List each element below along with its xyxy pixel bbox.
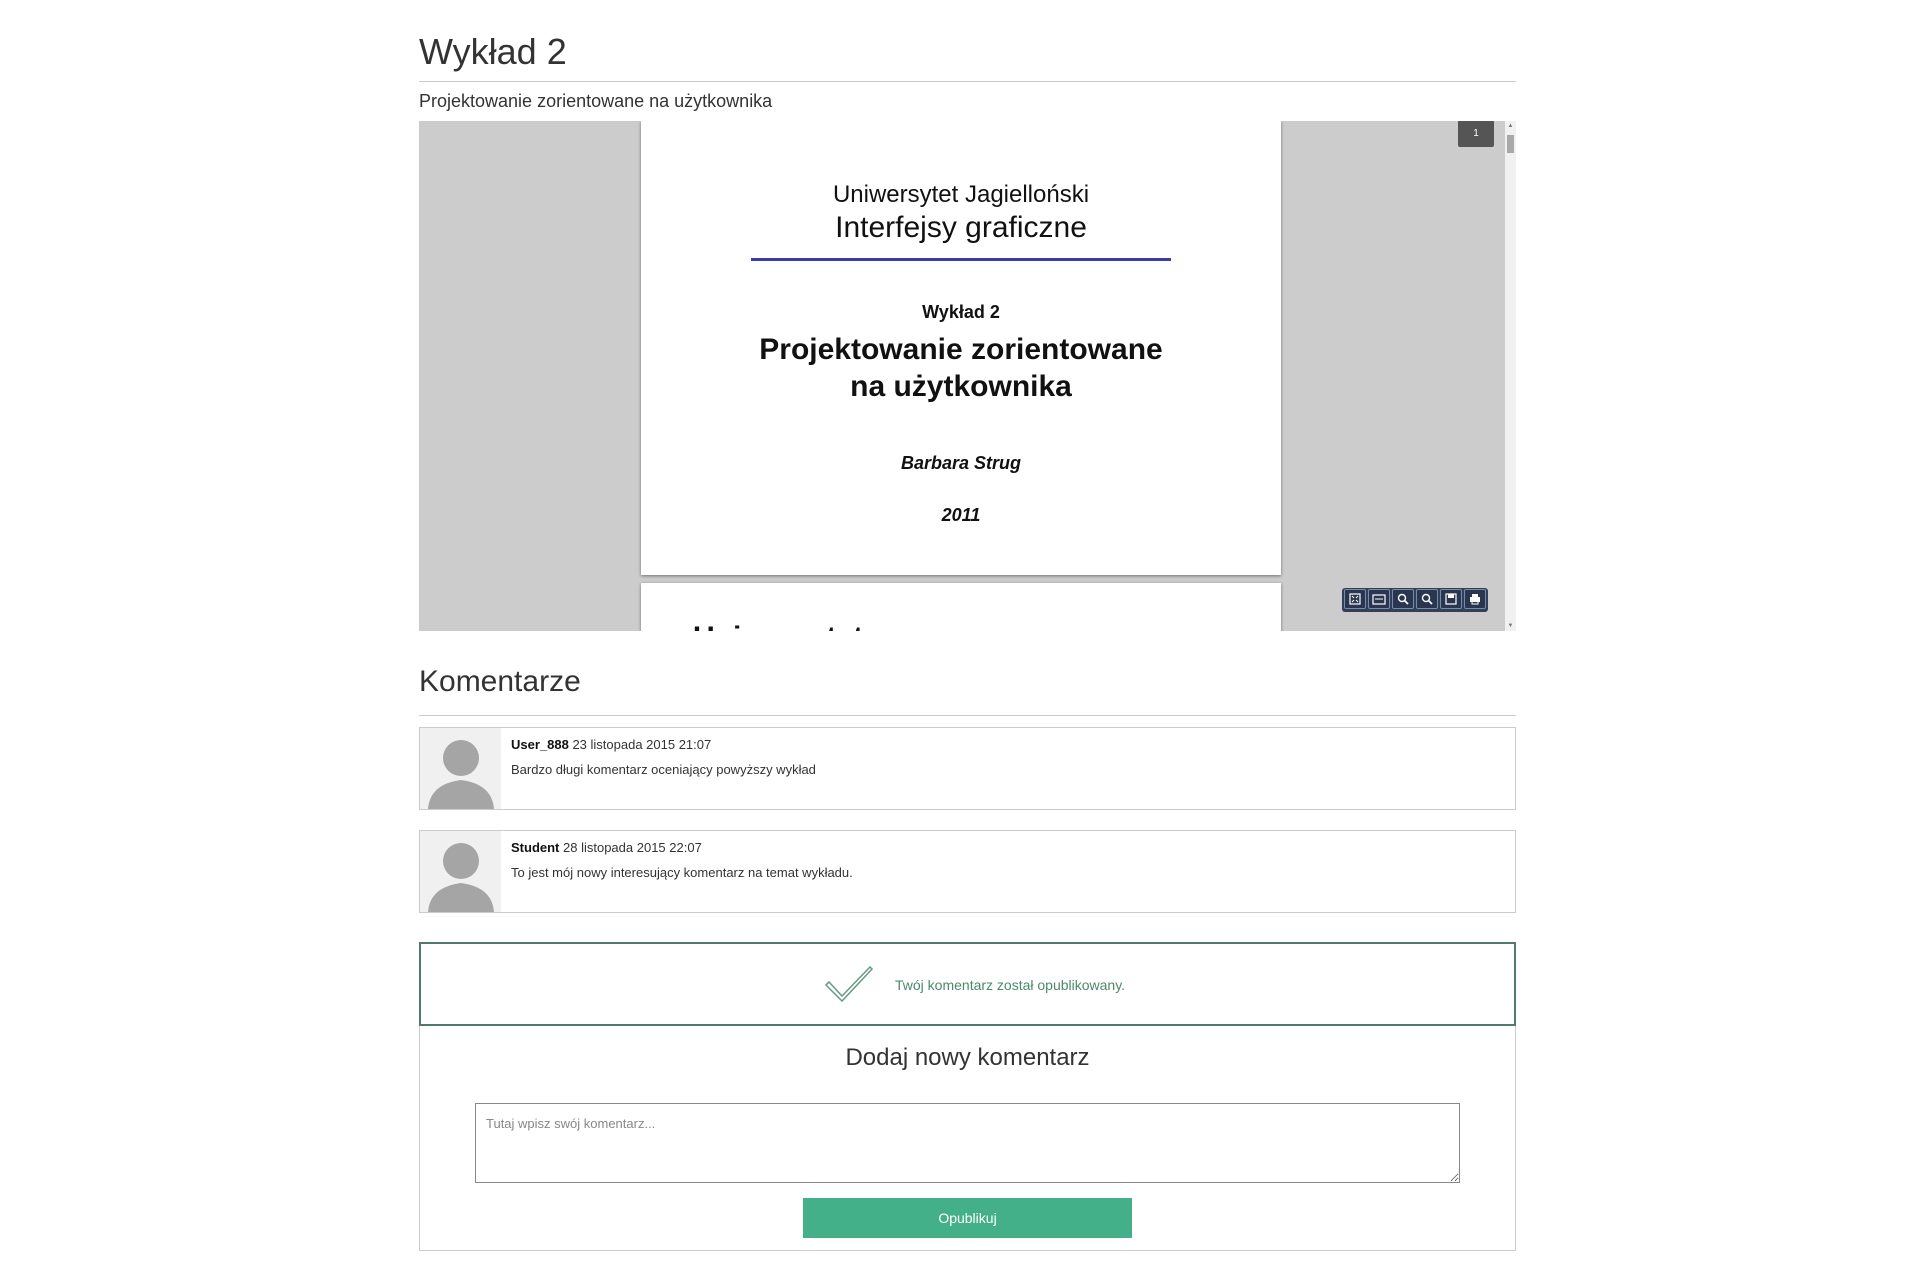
- slide-author: Barbara Strug: [900, 453, 1022, 473]
- scroll-down-icon[interactable]: ▼: [1505, 621, 1516, 631]
- comment-textarea[interactable]: [475, 1103, 1460, 1183]
- comment-meta: User_888 23 listopada 2015 21:07: [511, 737, 711, 752]
- title-divider: [419, 81, 1516, 82]
- slide2-partial-text: Uniwersytet: [693, 621, 863, 631]
- fit-page-icon[interactable]: [1344, 589, 1366, 609]
- success-message: Twój komentarz został opublikowany.: [895, 977, 1126, 993]
- user-silhouette-icon: [420, 831, 501, 912]
- page-title: Wykład 2: [419, 31, 567, 72]
- comment-item: User_888 23 listopada 2015 21:07 Bardzo …: [419, 727, 1516, 810]
- scroll-up-icon[interactable]: ▲: [1505, 121, 1516, 131]
- comment-meta: Student 28 listopada 2015 22:07: [511, 840, 702, 855]
- lecture-page: Wykład 2 Projektowanie zorientowane na u…: [419, 0, 1516, 1251]
- slide-university: Uniwersytet Jagielloński: [832, 181, 1090, 208]
- comments-divider: [419, 715, 1516, 716]
- zoom-out-icon[interactable]: [1416, 589, 1438, 609]
- pdf-page-2: Uniwersytet: [641, 583, 1281, 631]
- print-icon[interactable]: [1464, 589, 1486, 609]
- comments-heading: Komentarze: [419, 665, 581, 698]
- viewer-scrollbar[interactable]: ▲ ▼: [1505, 121, 1516, 631]
- slide-title: Projektowanie zorientowane na użytkownik…: [641, 331, 1281, 405]
- publish-button[interactable]: Opublikuj: [803, 1198, 1132, 1238]
- user-silhouette-icon: [420, 728, 501, 809]
- pdf-viewer[interactable]: Uniwersytet Jagielloński Interfejsy graf…: [419, 121, 1516, 631]
- comment-item: Student 28 listopada 2015 22:07 To jest …: [419, 830, 1516, 913]
- scroll-thumb[interactable]: [1507, 135, 1514, 153]
- success-alert: Twój komentarz został opublikowany.: [419, 942, 1516, 1026]
- slide-title-line2: na użytkownika: [850, 370, 1072, 403]
- slide-course: Interfejsy graficzne: [835, 211, 1087, 244]
- slide-lecture-label: Wykład 2: [922, 302, 1000, 322]
- lecture-subtitle: Projektowanie zorientowane na użytkownik…: [419, 91, 773, 111]
- viewer-toolbar: [1342, 588, 1488, 612]
- comment-text: Bardzo długi komentarz oceniający powyżs…: [511, 762, 816, 777]
- comment-date: 28 listopada 2015 22:07: [563, 840, 702, 855]
- form-title: Dodaj nowy komentarz: [845, 1044, 1090, 1071]
- slide-title-line1: Projektowanie zorientowane: [759, 333, 1163, 366]
- avatar: [420, 728, 501, 809]
- add-comment-form: Dodaj nowy komentarz Opublikuj: [419, 1026, 1516, 1251]
- fit-width-icon[interactable]: [1368, 589, 1390, 609]
- slide-divider: [751, 258, 1171, 261]
- checkmark-icon: [824, 965, 874, 1003]
- pdf-page-1: Uniwersytet Jagielloński Interfejsy graf…: [641, 121, 1281, 575]
- comment-author: User_888: [511, 737, 569, 752]
- page-number-badge: 1: [1458, 121, 1494, 147]
- comment-author: Student: [511, 840, 560, 855]
- slide-year: 2011: [941, 505, 981, 525]
- comment-date: 23 listopada 2015 21:07: [572, 737, 712, 752]
- save-icon[interactable]: [1440, 589, 1462, 609]
- avatar: [420, 831, 501, 912]
- comment-text: To jest mój nowy interesujący komentarz …: [511, 865, 853, 880]
- zoom-in-icon[interactable]: [1392, 589, 1414, 609]
